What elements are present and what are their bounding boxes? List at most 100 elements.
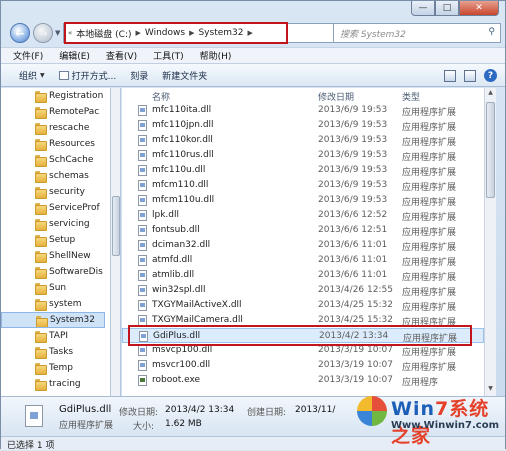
new-folder-button[interactable]: 新建文件夹	[162, 69, 207, 82]
details-file-type: 应用程序扩展	[59, 421, 114, 431]
search-input[interactable]: 搜索 System32 ⚲	[333, 23, 501, 43]
chevron-right-icon[interactable]: ▶	[247, 29, 252, 37]
file-row[interactable]: msvcp100.dll 2013/3/19 10:07 应用程序扩展	[122, 343, 484, 358]
forward-button[interactable]: →	[33, 23, 53, 43]
file-date: 2013/6/6 11:01	[318, 240, 388, 250]
file-row[interactable]: atmfd.dll 2013/6/6 11:01 应用程序扩展	[122, 253, 484, 268]
nav-item[interactable]: Setup	[1, 232, 105, 248]
chevron-right-icon[interactable]: ▶	[189, 29, 194, 37]
organize-button[interactable]: 组织 ▼	[19, 69, 45, 82]
menu-file[interactable]: 文件(F)	[13, 49, 43, 62]
history-dropdown-icon[interactable]: ▼	[55, 29, 60, 37]
nav-item[interactable]: tracing	[1, 376, 105, 392]
column-header-date[interactable]: 修改日期	[318, 90, 354, 103]
breadcrumb-system32[interactable]: System32	[198, 28, 243, 38]
minimize-button[interactable]: —	[411, 1, 435, 16]
file-row[interactable]: dciman32.dll 2013/6/6 11:01 应用程序扩展	[122, 238, 484, 253]
file-row[interactable]: mfc110kor.dll 2013/6/9 19:53 应用程序扩展	[122, 133, 484, 148]
folder-icon	[35, 379, 47, 391]
nav-scroll-thumb[interactable]	[112, 196, 120, 256]
nav-item[interactable]: Resources	[1, 136, 105, 152]
file-name: lpk.dll	[152, 210, 179, 220]
file-name: atmfd.dll	[152, 255, 193, 265]
file-row[interactable]: roboot.exe 2013/3/19 10:07 应用程序	[122, 373, 484, 388]
nav-item[interactable]: ServiceProf	[1, 200, 105, 216]
menu-tools[interactable]: 工具(T)	[153, 49, 184, 62]
nav-item[interactable]: servicing	[1, 216, 105, 232]
dll-file-icon	[138, 300, 147, 311]
file-type: 应用程序扩展	[402, 198, 457, 208]
menu-help[interactable]: 帮助(H)	[200, 49, 232, 62]
menu-view[interactable]: 查看(V)	[106, 49, 137, 62]
column-headers: 名称 修改日期 类型	[122, 88, 484, 103]
file-list-scroll-thumb[interactable]	[486, 102, 495, 198]
nav-item-label: TAPI	[49, 331, 69, 341]
file-date: 2013/6/6 12:52	[318, 210, 388, 220]
chevron-right-icon[interactable]: ▶	[136, 29, 141, 37]
file-row[interactable]: atmlib.dll 2013/6/6 11:01 应用程序扩展	[122, 268, 484, 283]
address-overflow-icon[interactable]: «	[68, 29, 72, 37]
menu-edit[interactable]: 编辑(E)	[59, 49, 90, 62]
nav-item[interactable]: schemas	[1, 168, 105, 184]
file-row[interactable]: mfc110u.dll 2013/6/9 19:53 应用程序扩展	[122, 163, 484, 178]
column-header-name[interactable]: 名称	[152, 90, 170, 103]
help-icon[interactable]: ?	[484, 69, 497, 82]
nav-item[interactable]: SoftwareDis	[1, 264, 105, 280]
file-row[interactable]: msvcr100.dll 2013/3/19 10:07 应用程序扩展	[122, 358, 484, 373]
breadcrumb-windows[interactable]: Windows	[145, 28, 185, 38]
address-bar[interactable]: « 本地磁盘 (C:) ▶ Windows ▶ System32 ▶	[63, 23, 335, 43]
nav-item[interactable]: SchCache	[1, 152, 105, 168]
details-created-label: 创建日期:	[247, 408, 287, 418]
preview-pane-icon[interactable]	[464, 69, 476, 82]
details-created-value: 2013/11/	[295, 405, 336, 415]
search-icon[interactable]: ⚲	[488, 27, 495, 37]
nav-item[interactable]: rescache	[1, 120, 105, 136]
search-placeholder: 搜索 System32	[340, 29, 406, 40]
dll-file-icon	[138, 315, 147, 326]
file-list: 名称 修改日期 类型 mfc110ita.dll 2013/6/9 19:53 应用…	[122, 88, 484, 396]
open-with-button[interactable]: 打开方式...	[58, 69, 116, 82]
view-options-icon[interactable]	[444, 69, 456, 82]
file-type: 应用程序扩展	[402, 363, 457, 373]
file-row[interactable]: win32spl.dll 2013/4/26 12:55 应用程序扩展	[122, 283, 484, 298]
arrow-left-icon: ←	[15, 26, 25, 40]
nav-item[interactable]: Tasks	[1, 344, 105, 360]
nav-item[interactable]: ShellNew	[1, 248, 105, 264]
nav-item[interactable]: TAPI	[1, 328, 105, 344]
file-date: 2013/6/6 12:51	[318, 225, 388, 235]
maximize-button[interactable]: □	[435, 1, 459, 16]
folder-icon	[35, 347, 47, 359]
nav-item-label: System32	[50, 315, 96, 325]
file-row[interactable]: TXGYMailActiveX.dll 2013/4/25 15:32 应用程序扩展	[122, 298, 484, 313]
folder-icon	[35, 219, 47, 231]
file-row-gdiplus[interactable]: GdiPlus.dll 2013/4/2 13:34 应用程序扩展	[122, 328, 484, 344]
nav-item[interactable]: system	[1, 296, 105, 312]
nav-item[interactable]: Sun	[1, 280, 105, 296]
file-type: 应用程序扩展	[402, 273, 457, 283]
file-type: 应用程序扩展	[402, 258, 457, 268]
burn-button[interactable]: 刻录	[130, 69, 148, 82]
breadcrumb-drive[interactable]: 本地磁盘 (C:)	[76, 27, 131, 40]
file-date: 2013/6/9 19:53	[318, 120, 388, 130]
nav-item[interactable]: Temp	[1, 360, 105, 376]
nav-item-system32[interactable]: System32	[1, 312, 105, 328]
file-row[interactable]: mfc110ita.dll 2013/6/9 19:53 应用程序扩展	[122, 103, 484, 118]
file-row[interactable]: lpk.dll 2013/6/6 12:52 应用程序扩展	[122, 208, 484, 223]
nav-item-label: ServiceProf	[49, 203, 100, 213]
file-row[interactable]: TXGYMailCamera.dll 2013/4/25 15:32 应用程序扩展	[122, 313, 484, 328]
dll-file-large-icon	[25, 405, 43, 427]
file-row[interactable]: fontsub.dll 2013/6/6 12:51 应用程序扩展	[122, 223, 484, 238]
nav-item[interactable]: security	[1, 184, 105, 200]
file-row[interactable]: mfc110rus.dll 2013/6/9 19:53 应用程序扩展	[122, 148, 484, 163]
column-header-type[interactable]: 类型	[402, 90, 420, 103]
nav-item[interactable]: RemotePac	[1, 104, 105, 120]
nav-item[interactable]: Registration	[1, 88, 105, 104]
file-row[interactable]: mfcm110u.dll 2013/6/9 19:53 应用程序扩展	[122, 193, 484, 208]
file-list-scrollbar[interactable]: ▲ ▼	[484, 88, 496, 396]
file-row[interactable]: mfc110jpn.dll 2013/6/9 19:53 应用程序扩展	[122, 118, 484, 133]
close-button[interactable]: ✕	[459, 1, 499, 16]
file-row[interactable]: mfcm110.dll 2013/6/9 19:53 应用程序扩展	[122, 178, 484, 193]
nav-scrollbar[interactable]	[111, 88, 121, 396]
scroll-up-icon[interactable]: ▲	[486, 89, 495, 99]
back-button[interactable]: ←	[10, 23, 30, 43]
